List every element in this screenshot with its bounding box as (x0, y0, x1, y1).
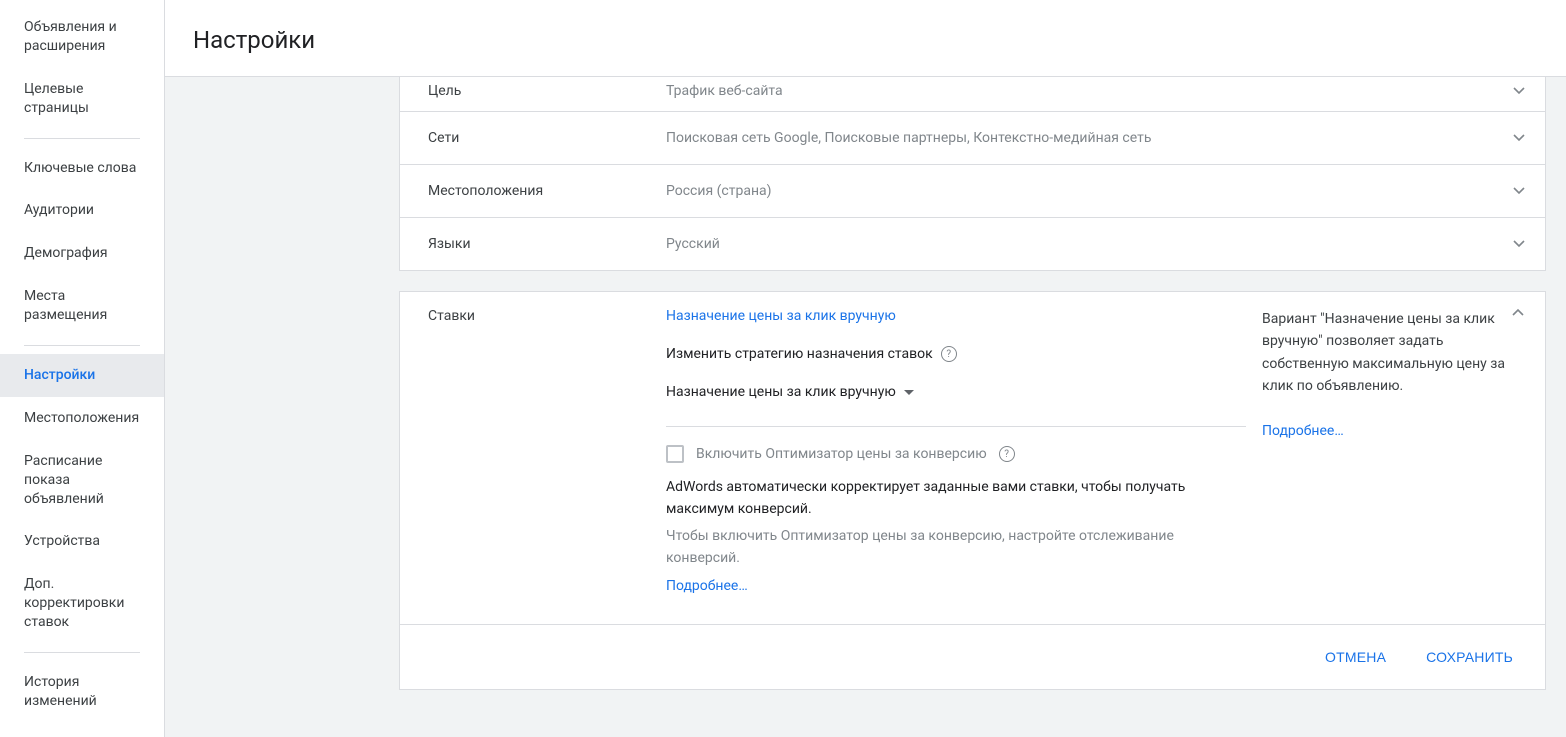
sidebar-item-audiences[interactable]: Аудитории (0, 189, 164, 232)
setting-value: Поисковая сеть Google, Поисковые партнер… (666, 128, 1509, 146)
sidebar-divider (24, 345, 140, 346)
setting-label: Языки (428, 234, 666, 252)
bidding-side-description: Вариант "Назначение цены за клик вручную… (1262, 308, 1508, 398)
enable-cpc-optimizer-row: Включить Оптимизатор цены за конверсию ? (666, 445, 1246, 463)
sidebar-item-ads-extensions[interactable]: Объявления и расширения (0, 6, 164, 68)
setting-label: Сети (428, 128, 666, 146)
sidebar-item-locations[interactable]: Местоположения (0, 397, 164, 440)
sidebar-divider (24, 138, 140, 139)
sidebar-item-keywords[interactable]: Ключевые слова (0, 147, 164, 190)
optimizer-note: Чтобы включить Оптимизатор цены за конве… (666, 526, 1246, 569)
chevron-up-icon[interactable] (1508, 308, 1528, 594)
bidding-controls: Назначение цены за клик вручную Изменить… (666, 308, 1246, 594)
main-content: Настройки Цель Трафик веб-сайта Сети Пои… (165, 0, 1566, 737)
bidding-panel: Ставки Назначение цены за клик вручную И… (400, 292, 1545, 624)
divider (666, 426, 1246, 427)
setting-label: Местоположения (428, 181, 666, 199)
cancel-button[interactable]: ОТМЕНА (1321, 641, 1390, 673)
sidebar-item-ad-schedule[interactable]: Расписание показа объявлений (0, 440, 164, 521)
bidding-card: Ставки Назначение цены за клик вручную И… (399, 291, 1546, 690)
sidebar-item-change-history[interactable]: История изменений (0, 661, 164, 723)
optimizer-description: AdWords автоматически корректирует задан… (666, 477, 1246, 520)
page-title: Настройки (193, 26, 1538, 54)
settings-summary-card: Цель Трафик веб-сайта Сети Поисковая сет… (399, 77, 1546, 271)
setting-row-languages[interactable]: Языки Русский (400, 217, 1545, 270)
setting-row-goal[interactable]: Цель Трафик веб-сайта (400, 77, 1545, 111)
sidebar-item-placements[interactable]: Места размещения (0, 275, 164, 337)
sidebar-item-settings[interactable]: Настройки (0, 354, 164, 397)
save-button[interactable]: СОХРАНИТЬ (1422, 641, 1517, 673)
bid-strategy-value: Назначение цены за клик вручную (666, 384, 896, 400)
sidebar-item-demographics[interactable]: Демография (0, 232, 164, 275)
content-scroll[interactable]: Цель Трафик веб-сайта Сети Поисковая сет… (165, 77, 1566, 737)
dropdown-arrow-icon (904, 390, 914, 395)
bidding-actions: ОТМЕНА СОХРАНИТЬ (400, 624, 1545, 689)
setting-value: Россия (страна) (666, 181, 1509, 199)
help-icon[interactable]: ? (941, 346, 957, 362)
change-strategy-text: Изменить стратегию назначения ставок (666, 346, 933, 362)
setting-row-networks[interactable]: Сети Поисковая сеть Google, Поисковые па… (400, 111, 1545, 164)
setting-label: Цель (428, 81, 666, 99)
change-strategy-heading: Изменить стратегию назначения ставок ? (666, 346, 1246, 362)
bid-strategy-dropdown[interactable]: Назначение цены за клик вручную (666, 384, 1246, 400)
chevron-down-icon (1509, 234, 1529, 254)
bidding-side-learn-more-link[interactable]: Подробнее… (1262, 420, 1508, 442)
bidding-section-label: Ставки (428, 308, 666, 594)
sidebar: Объявления и расширения Целевые страницы… (0, 0, 165, 737)
setting-row-locations[interactable]: Местоположения Россия (страна) (400, 164, 1545, 217)
page-header: Настройки (165, 0, 1566, 77)
bidding-side-help: Вариант "Назначение цены за клик вручную… (1246, 308, 1508, 594)
current-bid-strategy-link[interactable]: Назначение цены за клик вручную (666, 308, 1246, 324)
help-icon[interactable]: ? (999, 446, 1015, 462)
enable-cpc-optimizer-checkbox[interactable] (666, 445, 684, 463)
sidebar-item-landing-pages[interactable]: Целевые страницы (0, 68, 164, 130)
setting-value: Трафик веб-сайта (666, 81, 1509, 99)
optimizer-learn-more-link[interactable]: Подробнее… (666, 578, 1246, 594)
sidebar-item-devices[interactable]: Устройства (0, 520, 164, 563)
enable-cpc-optimizer-label: Включить Оптимизатор цены за конверсию (696, 446, 987, 462)
sidebar-divider (24, 652, 140, 653)
sidebar-item-bid-adjustments[interactable]: Доп. корректировки ставок (0, 563, 164, 644)
chevron-down-icon (1509, 181, 1529, 201)
setting-value: Русский (666, 234, 1509, 252)
chevron-down-icon (1509, 128, 1529, 148)
chevron-down-icon (1509, 81, 1529, 101)
